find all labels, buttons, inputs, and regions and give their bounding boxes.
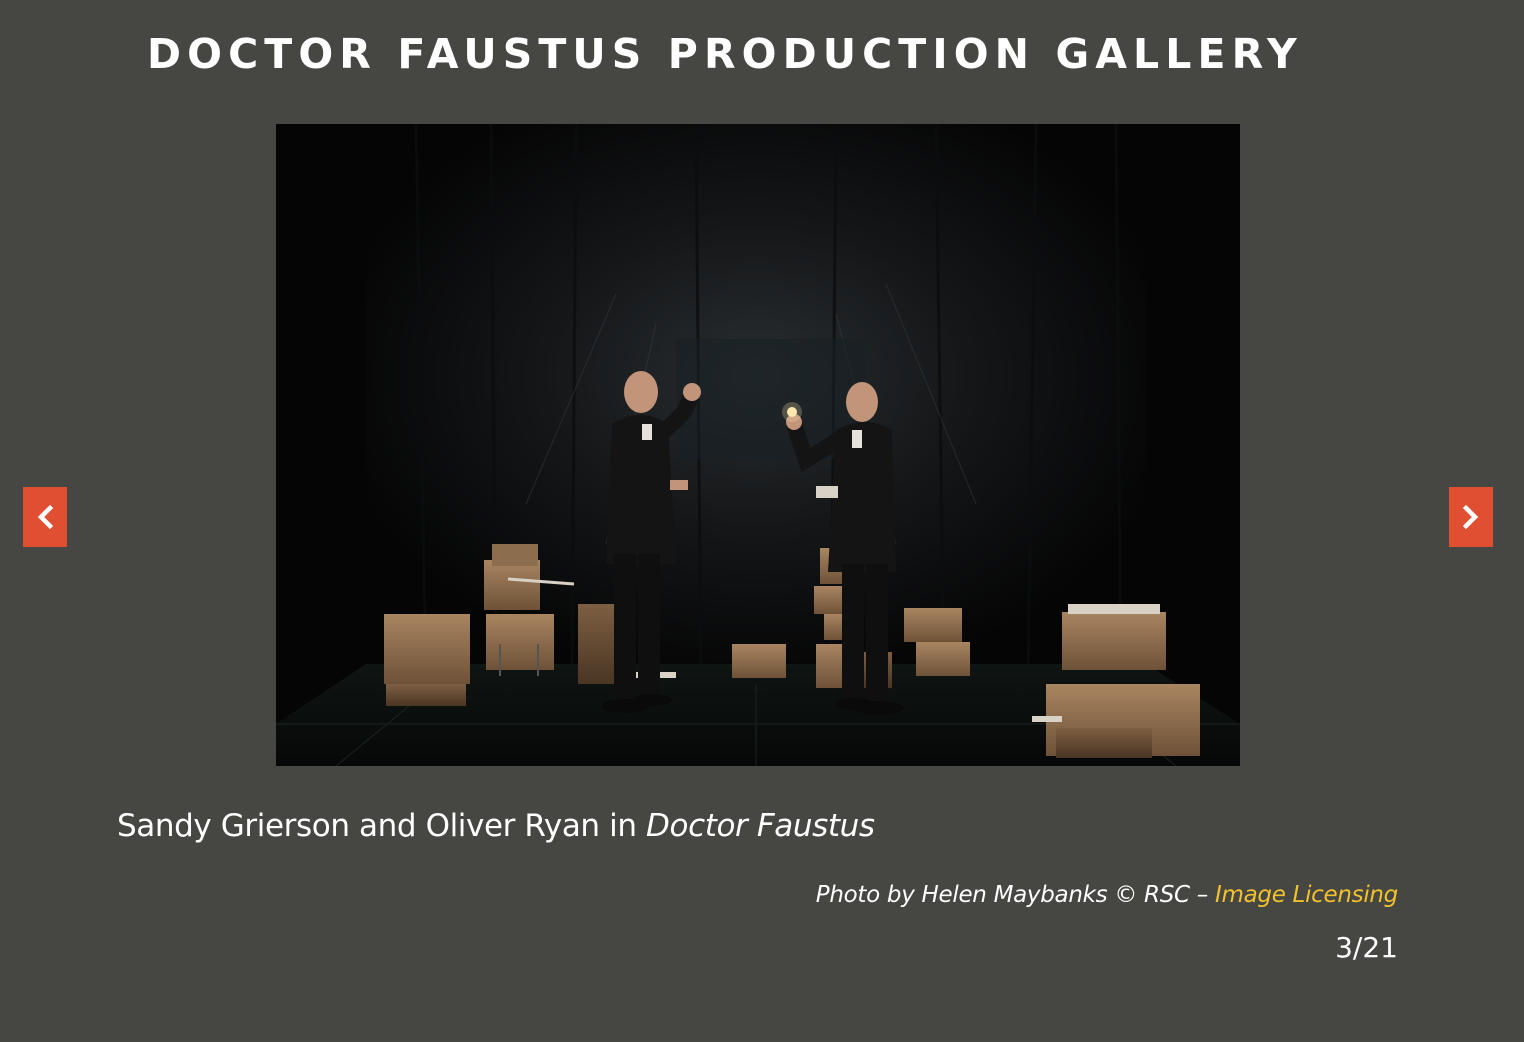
chevron-right-icon [1462,504,1479,530]
credit-text: Photo by Helen Maybanks © RSC – [815,882,1216,908]
next-slide-button[interactable] [1449,487,1493,547]
caption-text: Sandy Grierson and Oliver Ryan in [117,808,647,844]
caption-play-title: Doctor Faustus [646,808,875,844]
page-title: DOCTOR FAUSTUS PRODUCTION GALLERY [147,30,1303,78]
previous-slide-button[interactable] [23,487,67,547]
photo-credit: Photo by Helen Maybanks © RSC – Image Li… [815,878,1399,912]
slide-counter: 3/21 [1335,931,1398,964]
slide-caption: Sandy Grierson and Oliver Ryan in Doctor… [117,804,875,848]
chevron-left-icon [37,504,54,530]
gallery-page: DOCTOR FAUSTUS PRODUCTION GALLERY Sandy … [0,0,1524,1042]
image-licensing-link[interactable]: Image Licensing [1215,882,1398,908]
production-photo [276,124,1240,766]
